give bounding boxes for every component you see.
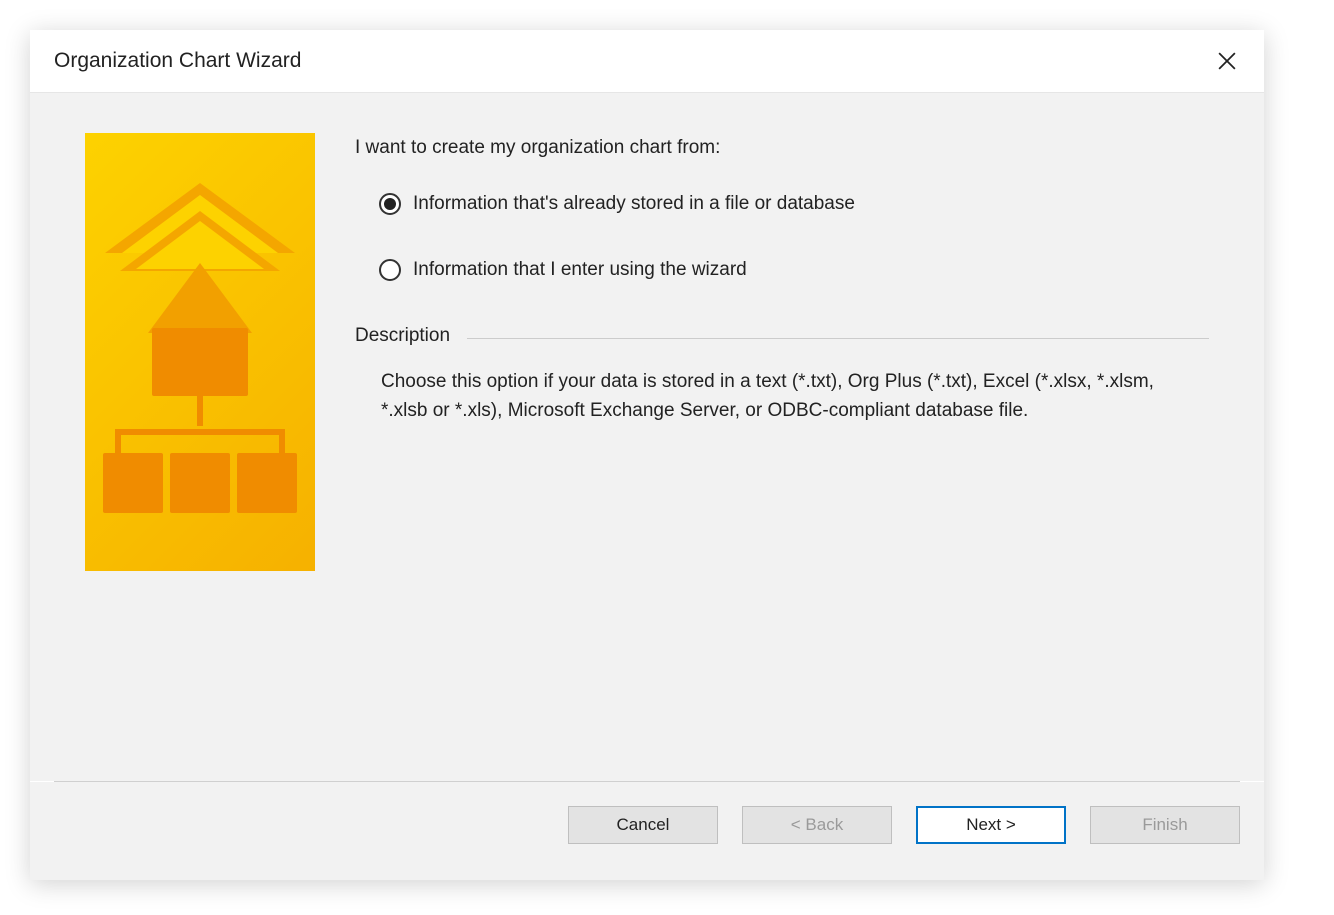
wizard-illustration [85, 133, 315, 571]
next-button[interactable]: Next > [916, 806, 1066, 844]
wizard-dialog: Organization Chart Wizard I want to crea… [30, 30, 1264, 880]
description-fieldset: Description Choose this option if your d… [355, 325, 1209, 426]
close-icon [1218, 52, 1236, 70]
finish-button[interactable]: Finish [1090, 806, 1240, 844]
option-label: Information that's already stored in a f… [413, 193, 855, 215]
option-stored-file[interactable]: Information that's already stored in a f… [379, 193, 1209, 215]
titlebar: Organization Chart Wizard [30, 30, 1264, 93]
description-heading: Description [355, 325, 450, 346]
radio-icon [379, 193, 401, 215]
back-button[interactable]: < Back [742, 806, 892, 844]
description-text: Choose this option if your data is store… [355, 347, 1209, 426]
options-group: Information that's already stored in a f… [355, 193, 1209, 281]
button-bar: Cancel < Back Next > Finish [30, 782, 1264, 880]
prompt-text: I want to create my organization chart f… [355, 137, 1209, 159]
dialog-title: Organization Chart Wizard [54, 49, 301, 73]
content-area: I want to create my organization chart f… [355, 133, 1209, 761]
option-label: Information that I enter using the wizar… [413, 259, 747, 281]
fieldset-divider [467, 338, 1209, 339]
radio-icon [379, 259, 401, 281]
cancel-button[interactable]: Cancel [568, 806, 718, 844]
dialog-body: I want to create my organization chart f… [30, 93, 1264, 781]
close-button[interactable] [1210, 44, 1244, 78]
option-enter-wizard[interactable]: Information that I enter using the wizar… [379, 259, 1209, 281]
